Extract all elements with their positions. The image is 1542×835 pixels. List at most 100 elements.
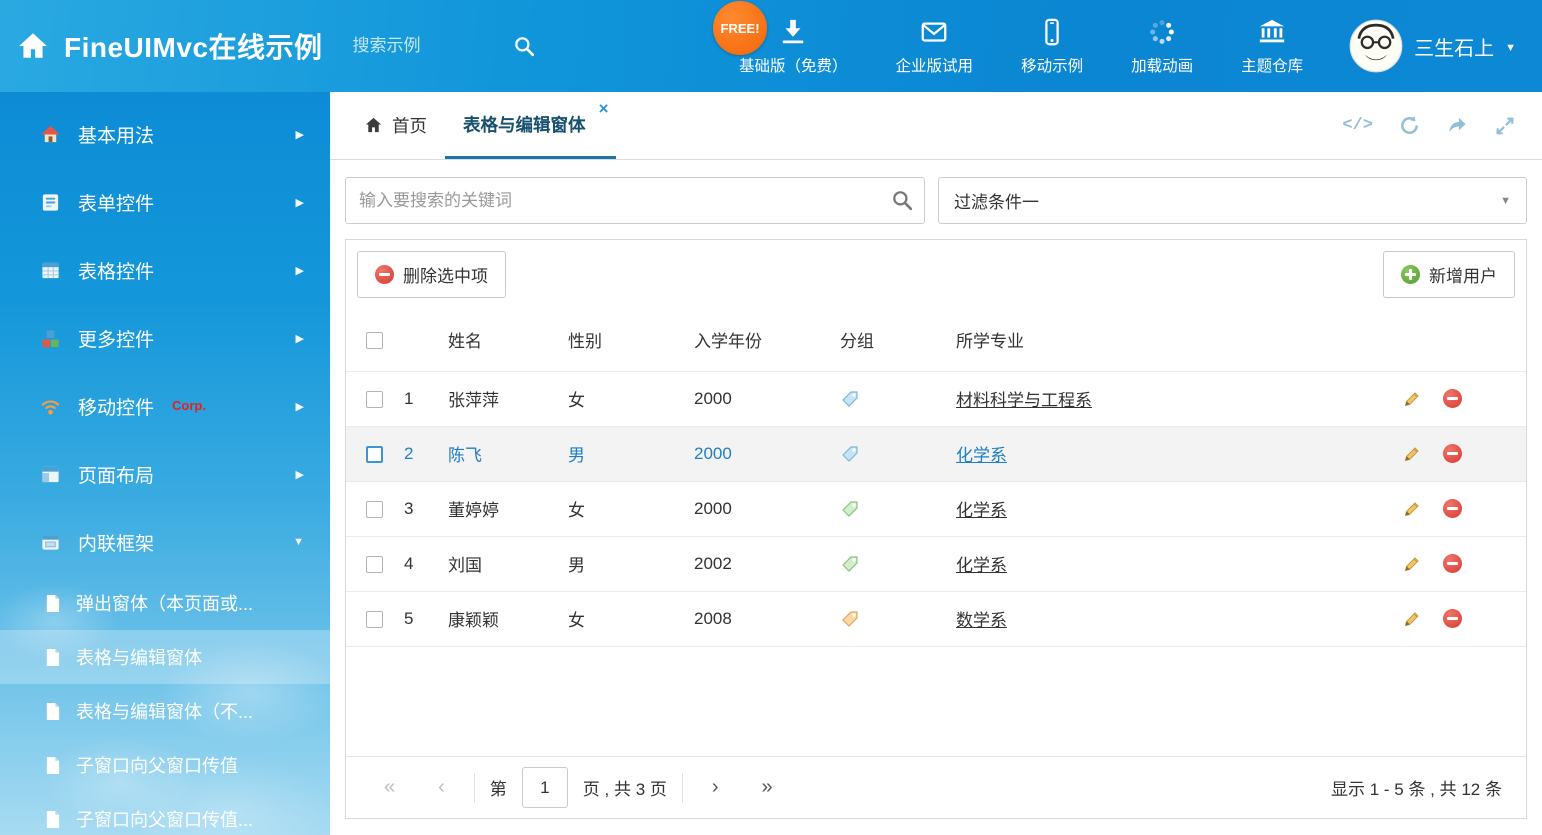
column-header-gender[interactable]: 性别 xyxy=(560,309,686,371)
next-page-button[interactable]: › xyxy=(698,776,733,799)
filter-dropdown[interactable]: 过滤条件一 ▼ xyxy=(938,177,1527,224)
tag-icon xyxy=(840,389,860,409)
tab-label: 首页 xyxy=(392,113,427,138)
column-header-major[interactable]: 所学专业 xyxy=(948,309,1394,371)
major-link[interactable]: 数学系 xyxy=(956,611,1007,630)
sidebar-item-4[interactable]: 移动控件 Corp. ▶ xyxy=(0,372,330,440)
spinner-icon xyxy=(1147,17,1177,47)
cell-gender: 女 xyxy=(560,481,686,536)
nav-mobile-demo[interactable]: 移动示例 xyxy=(1017,0,1087,92)
home-icon xyxy=(364,116,383,135)
sidebar-item-1[interactable]: 表单控件 ▶ xyxy=(0,168,330,236)
cell-name: 刘国 xyxy=(440,536,560,591)
sidebar-item-5[interactable]: 页面布局 ▶ xyxy=(0,440,330,508)
nav-enterprise-trial[interactable]: 企业版试用 xyxy=(892,0,978,92)
first-page-button[interactable]: « xyxy=(370,776,409,799)
tab-home[interactable]: 首页 xyxy=(346,92,445,159)
add-user-button[interactable]: 新增用户 xyxy=(1383,251,1515,298)
table-row[interactable]: 1 张萍萍 女 2000 材料科学与工程系 xyxy=(346,371,1526,426)
column-header-name[interactable]: 姓名 xyxy=(440,309,560,371)
sidebar-item-3[interactable]: 更多控件 ▶ xyxy=(0,304,330,372)
brand[interactable]: FineUIMvc在线示例 xyxy=(16,26,323,66)
mobile-icon xyxy=(1037,17,1067,47)
delete-icon[interactable] xyxy=(1443,609,1462,628)
major-link[interactable]: 材料科学与工程系 xyxy=(956,391,1092,410)
row-checkbox[interactable] xyxy=(366,501,383,518)
nav-theme-repo[interactable]: 主题仓库 xyxy=(1237,0,1307,92)
divider xyxy=(682,773,683,803)
nav-label: 移动示例 xyxy=(1021,54,1083,76)
sidebar-item-0[interactable]: 基本用法 ▶ xyxy=(0,100,330,168)
row-number: 3 xyxy=(396,481,440,536)
nav-basic-edition[interactable]: FREE! 基础版（免费） xyxy=(735,0,852,92)
delete-icon[interactable] xyxy=(1443,499,1462,518)
header-nav: FREE! 基础版（免费） 企业版试用 移动示例 加载动画 主题仓库 xyxy=(735,0,1307,92)
sidebar-subitem-4[interactable]: 子窗口向父窗口传值... xyxy=(0,792,330,835)
edit-icon[interactable] xyxy=(1402,499,1422,519)
delete-selected-button[interactable]: 删除选中项 xyxy=(357,251,506,298)
edit-icon[interactable] xyxy=(1402,389,1422,409)
sidebar-subitem-0[interactable]: 弹出窗体（本页面或... xyxy=(0,576,330,630)
major-link[interactable]: 化学系 xyxy=(956,446,1007,465)
table-row[interactable]: 3 董婷婷 女 2000 化学系 xyxy=(346,481,1526,536)
table-row[interactable]: 4 刘国 男 2002 化学系 xyxy=(346,536,1526,591)
home-side-icon xyxy=(40,124,62,145)
sidebar-subitem-3[interactable]: 子窗口向父窗口传值 xyxy=(0,738,330,792)
frame-side-icon xyxy=(40,532,62,553)
select-all-checkbox[interactable] xyxy=(366,332,383,349)
page-label-suffix: 页 , 共 3 页 xyxy=(583,775,667,800)
cell-year: 2000 xyxy=(686,426,832,481)
delete-icon[interactable] xyxy=(1443,554,1462,573)
edit-icon[interactable] xyxy=(1402,609,1422,629)
delete-icon[interactable] xyxy=(1443,389,1462,408)
row-checkbox[interactable] xyxy=(366,611,383,628)
table-row[interactable]: 2 陈飞 男 2000 化学系 xyxy=(346,426,1526,481)
sidebar-item-6[interactable]: 内联框架 ▼ xyxy=(0,508,330,576)
code-icon[interactable]: </> xyxy=(1342,116,1373,135)
close-icon[interactable]: × xyxy=(599,100,609,117)
tab-grid-edit-window[interactable]: 表格与编辑窗体 × xyxy=(445,92,616,159)
prev-page-button[interactable]: ‹ xyxy=(424,776,459,799)
avatar xyxy=(1349,19,1403,73)
sidebar-menu: 基本用法 ▶ 表单控件 ▶ 表格控件 ▶ 更多控件 ▶ 移动控件 Corp. ▶… xyxy=(0,92,330,835)
header-search-input[interactable] xyxy=(353,36,513,56)
nav-loading-animation[interactable]: 加载动画 xyxy=(1127,0,1197,92)
page-number-input[interactable] xyxy=(522,767,568,808)
row-checkbox[interactable] xyxy=(366,556,383,573)
tab-label: 表格与编辑窗体 xyxy=(463,112,586,137)
edit-icon[interactable] xyxy=(1402,554,1422,574)
cell-name: 陈飞 xyxy=(440,426,560,481)
sidebar-item-2[interactable]: 表格控件 ▶ xyxy=(0,236,330,304)
keyword-input[interactable] xyxy=(345,177,925,224)
sidebar-subitem-2[interactable]: 表格与编辑窗体（不... xyxy=(0,684,330,738)
tab-tools: </> xyxy=(1342,92,1542,159)
cell-name: 康颖颖 xyxy=(440,591,560,646)
app-title: FineUIMvc在线示例 xyxy=(64,26,323,66)
search-icon[interactable] xyxy=(891,189,913,216)
sidebar-subitem-1[interactable]: 表格与编辑窗体 xyxy=(0,630,330,684)
major-link[interactable]: 化学系 xyxy=(956,501,1007,520)
file-icon xyxy=(44,756,61,775)
column-header-year[interactable]: 入学年份 xyxy=(686,309,832,371)
refresh-icon[interactable] xyxy=(1398,114,1421,137)
user-name: 三生石上 xyxy=(1414,32,1494,61)
row-checkbox[interactable] xyxy=(366,391,383,408)
delete-icon[interactable] xyxy=(1443,444,1462,463)
home-icon[interactable] xyxy=(16,29,50,63)
filter-row: 过滤条件一 ▼ xyxy=(330,160,1542,236)
major-link[interactable]: 化学系 xyxy=(956,556,1007,575)
table-row[interactable]: 5 康颖颖 女 2008 数学系 xyxy=(346,591,1526,646)
column-header-group[interactable]: 分组 xyxy=(832,309,948,371)
page-label-prefix: 第 xyxy=(490,775,507,800)
row-number-header xyxy=(396,309,440,371)
last-page-button[interactable]: » xyxy=(748,776,787,799)
user-menu[interactable]: 三生石上 ▼ xyxy=(1349,19,1516,73)
row-checkbox[interactable] xyxy=(366,446,383,463)
share-icon[interactable] xyxy=(1446,114,1469,137)
grid-empty-area xyxy=(346,647,1526,757)
row-number: 1 xyxy=(396,371,440,426)
edit-icon[interactable] xyxy=(1402,444,1422,464)
tag-icon xyxy=(840,499,860,519)
search-icon[interactable] xyxy=(513,35,535,57)
expand-icon[interactable] xyxy=(1494,115,1516,137)
